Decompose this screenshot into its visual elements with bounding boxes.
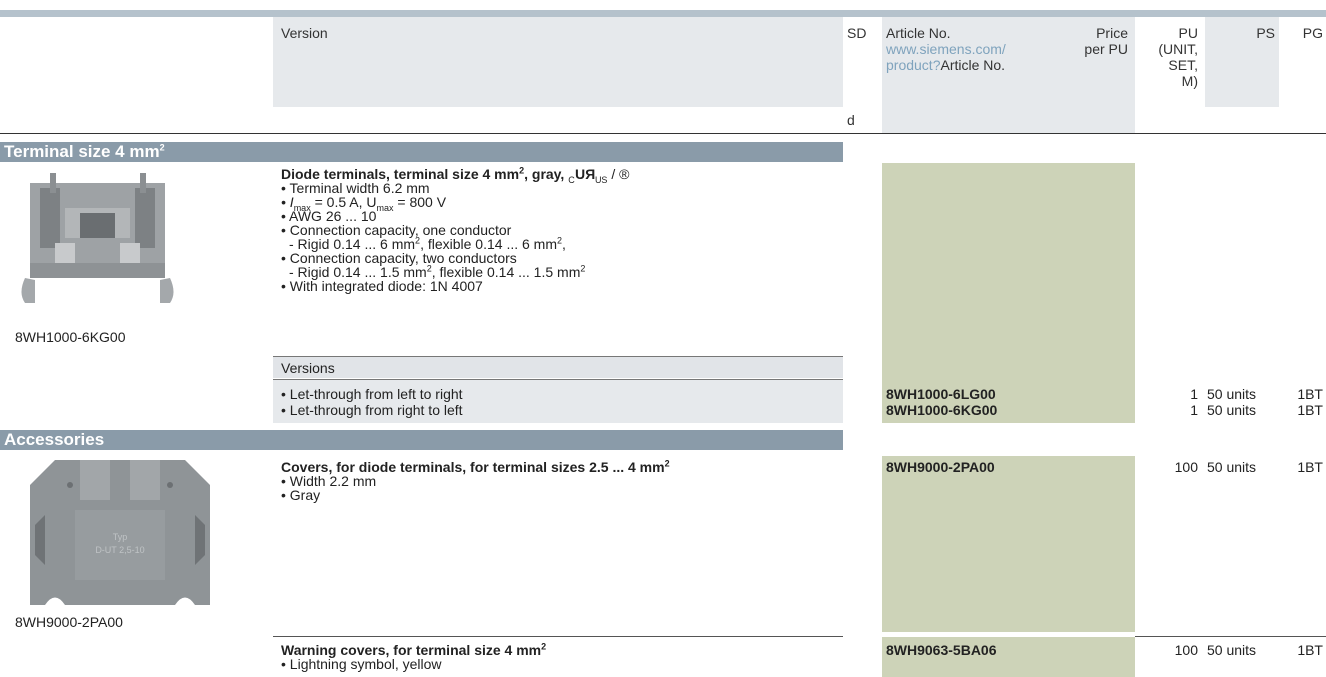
- section-accessories: Accessories: [0, 430, 843, 450]
- diode-bullet-5: - Rigid 0.14 ... 6 mm2, flexible 0.14 ..…: [281, 236, 841, 252]
- header-ps: PS: [1256, 25, 1275, 41]
- b2-max2: max: [376, 202, 394, 213]
- diode-bullet-3: • AWG 26 ... 10: [281, 208, 377, 224]
- covers-description: Covers, for diode terminals, for termina…: [281, 458, 841, 503]
- version-row-1-label: • Let-through from left to right: [281, 386, 463, 402]
- cover-image-text-1: Typ: [113, 532, 128, 542]
- diode-image-caption: 8WH1000-6KG00: [15, 329, 126, 345]
- version-row-1-ps: 50 units: [1207, 386, 1257, 402]
- covers-title: Covers, for diode terminals, for termina…: [281, 458, 841, 474]
- diode-title: Diode terminals, terminal size 4 mm2, gr…: [281, 166, 841, 184]
- diode-bullet-7: - Rigid 0.14 ... 1.5 mm2, flexible 0.14 …: [281, 263, 841, 279]
- warning-bullet-1: • Lightning symbol, yellow: [281, 656, 442, 672]
- warning-ps: 50 units: [1207, 642, 1257, 658]
- covers-pu: 100: [1174, 459, 1198, 475]
- header-price-1: Price: [1096, 25, 1128, 41]
- header-article-link-3: Article No.: [940, 57, 1006, 73]
- diode-terminal-image: [21, 173, 174, 303]
- cert-us: US: [594, 174, 608, 185]
- diode-bullet-8: • With integrated diode: 1N 4007: [281, 278, 483, 294]
- header-article-link-1[interactable]: www.siemens.com/: [886, 41, 1006, 57]
- cert-c: C: [568, 174, 575, 185]
- cover-image-caption: 8WH9000-2PA00: [15, 614, 123, 630]
- csa-mark-icon: ®: [619, 166, 630, 182]
- diode-bullet-1: • Terminal width 6.2 mm: [281, 180, 430, 196]
- header-bottom-rule: [0, 133, 1326, 134]
- diode-bullet-6: • Connection capacity, two conductors: [281, 250, 517, 266]
- header-article-no: Article No. www.siemens.com/ product?Art…: [886, 25, 1006, 73]
- version-row-1-pu: 1: [1190, 386, 1198, 402]
- warning-top-rule-right: [1135, 636, 1326, 637]
- version-row-2-pg: 1BT: [1297, 402, 1323, 418]
- warning-top-rule: [273, 636, 843, 637]
- cert-sep: /: [607, 166, 620, 182]
- covers-bullet-2: • Gray: [281, 487, 321, 503]
- section-terminal-label: Terminal size 4 mm: [4, 142, 160, 161]
- version-row-2-label: • Let-through from right to left: [281, 402, 463, 418]
- warning-pg: 1BT: [1297, 642, 1323, 658]
- cover-image: Typ D-UT 2,5-10: [30, 460, 210, 605]
- header-version-bg: [273, 17, 843, 107]
- header-pu-2: (UNIT,: [1158, 41, 1198, 57]
- covers-pg: 1BT: [1297, 459, 1323, 475]
- article-column-bg-2: [882, 456, 1135, 632]
- article-column-bg-1: [882, 163, 1135, 423]
- header-article-label: Article No.: [886, 25, 951, 41]
- header-pu: PU (UNIT, SET, M): [1136, 25, 1198, 89]
- section-terminal-sup: 2: [159, 142, 165, 153]
- diode-bullet-2: • Imax = 0.5 A, Umax = 800 V: [281, 194, 841, 212]
- covers-bullet-1: • Width 2.2 mm: [281, 473, 377, 489]
- header-pu-4: M): [1181, 73, 1198, 89]
- covers-title-sup: 2: [664, 458, 670, 469]
- version-row-2-article[interactable]: 8WH1000-6KG00: [886, 403, 997, 417]
- ul-mark-icon: RU: [574, 166, 595, 182]
- header-price-2: per PU: [1084, 41, 1128, 57]
- section-terminal-size: Terminal size 4 mm2: [0, 142, 843, 162]
- b7-sup2: 2: [580, 263, 586, 274]
- header-pg: PG: [1302, 25, 1323, 41]
- warning-title: Warning covers, for terminal size 4 mm2: [281, 641, 841, 657]
- header-version: Version: [281, 25, 328, 41]
- header-article-link-2[interactable]: product?: [886, 57, 940, 73]
- warning-description: Warning covers, for terminal size 4 mm2 …: [281, 641, 841, 672]
- cover-image-text-2: D-UT 2,5-10: [95, 545, 144, 555]
- diode-title-rest: , gray,: [524, 166, 569, 182]
- warning-pu: 100: [1174, 642, 1198, 658]
- diode-description: Diode terminals, terminal size 4 mm2, gr…: [281, 166, 841, 294]
- warning-title-sup: 2: [541, 641, 547, 652]
- version-row-2-ps: 50 units: [1207, 402, 1257, 418]
- b2-c: = 800 V: [393, 194, 447, 210]
- covers-ps: 50 units: [1207, 459, 1257, 475]
- header-sd-sub: d: [847, 112, 855, 128]
- versions-label: Versions: [281, 360, 335, 376]
- header-price: Price per PU: [1060, 25, 1128, 57]
- version-row-1-pg: 1BT: [1297, 386, 1323, 402]
- covers-article[interactable]: 8WH9000-2PA00: [886, 460, 995, 474]
- top-rule: [0, 10, 1326, 17]
- versions-bar: [273, 357, 843, 378]
- warning-article[interactable]: 8WH9063-5BA06: [886, 643, 997, 657]
- b5-c: ,: [562, 236, 566, 252]
- header-pu-1: PU: [1178, 25, 1198, 41]
- version-row-2-pu: 1: [1190, 402, 1198, 418]
- header-sd: SD: [847, 25, 867, 41]
- version-row-1-article[interactable]: 8WH1000-6LG00: [886, 387, 996, 401]
- header-pu-3: SET,: [1168, 57, 1198, 73]
